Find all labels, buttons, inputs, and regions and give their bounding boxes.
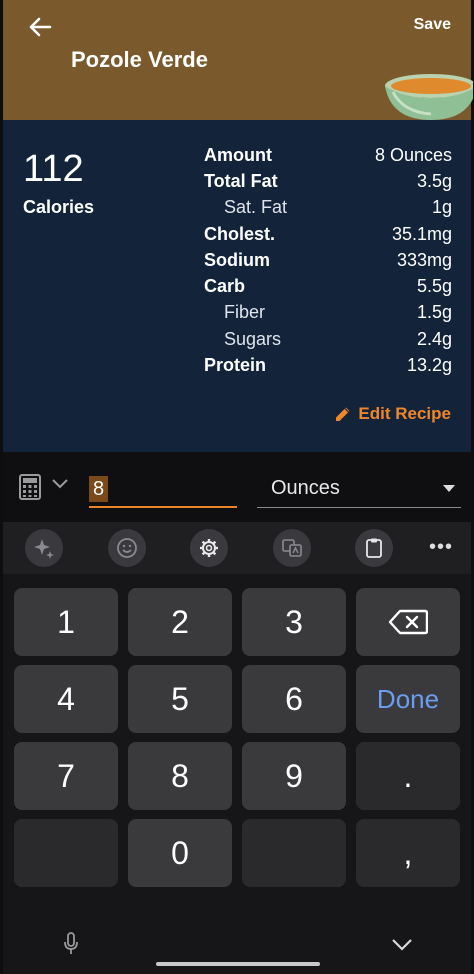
key-8[interactable]: 8 bbox=[128, 742, 232, 810]
nutrition-row-carb: Carb 5.5g bbox=[204, 273, 452, 299]
nutrition-row-sat-fat: Sat. Fat 1g bbox=[204, 195, 452, 221]
nutrition-row-sugars: Sugars 2.4g bbox=[204, 326, 452, 352]
done-key[interactable]: Done bbox=[356, 665, 460, 733]
nutrition-row-sodium: Sodium 333mg bbox=[204, 247, 452, 273]
clipboard-button[interactable] bbox=[355, 529, 393, 567]
nutrition-value: 1.5g bbox=[416, 302, 452, 323]
calories-value: 112 bbox=[23, 148, 84, 190]
clipboard-icon bbox=[366, 538, 382, 558]
key-4[interactable]: 4 bbox=[14, 665, 118, 733]
emoji-button[interactable] bbox=[108, 529, 146, 567]
edit-recipe-label: Edit Recipe bbox=[358, 404, 451, 423]
nutrition-value: 13.2g bbox=[406, 355, 452, 376]
pencil-icon bbox=[336, 407, 350, 421]
sparkle-icon bbox=[34, 539, 54, 559]
nutrition-row-cholesterol: Cholest. 35.1mg bbox=[204, 221, 452, 247]
nutrition-label: Sat. Fat bbox=[224, 197, 288, 218]
nutrition-label: Protein bbox=[204, 355, 267, 376]
calculator-icon[interactable] bbox=[19, 474, 41, 500]
backspace-icon bbox=[388, 609, 428, 635]
ai-sparkle-button[interactable] bbox=[25, 529, 63, 567]
chevron-down-icon[interactable] bbox=[51, 478, 69, 490]
nutrition-panel: 112 Calories Amount 8 Ounces Total Fat 3… bbox=[3, 120, 471, 452]
unit-value: Ounces bbox=[271, 477, 340, 499]
nutrition-row-total-fat: Total Fat 3.5g bbox=[204, 168, 452, 194]
save-button[interactable]: Save bbox=[414, 16, 451, 34]
nutrition-label: Total Fat bbox=[204, 170, 278, 191]
nutrition-facts-table: Amount 8 Ounces Total Fat 3.5g Sat. Fat … bbox=[204, 142, 452, 379]
nutrition-label: Carb bbox=[204, 276, 246, 297]
unit-dropdown[interactable]: Ounces bbox=[257, 472, 461, 508]
settings-button[interactable] bbox=[190, 529, 228, 567]
edit-recipe-button[interactable]: Edit Recipe bbox=[334, 404, 451, 424]
key-1[interactable]: 1 bbox=[14, 588, 118, 656]
key-2[interactable]: 2 bbox=[128, 588, 232, 656]
calories-label: Calories bbox=[23, 197, 95, 217]
nutrition-row-protein: Protein 13.2g bbox=[204, 352, 452, 378]
key-0[interactable]: 0 bbox=[128, 819, 232, 887]
nutrition-value: 5.5g bbox=[416, 276, 452, 297]
key-9[interactable]: 9 bbox=[242, 742, 346, 810]
nutrition-row-amount: Amount 8 Ounces bbox=[204, 142, 452, 168]
bowl-icon bbox=[385, 74, 473, 120]
microphone-icon[interactable] bbox=[63, 932, 79, 956]
nutrition-value: 35.1mg bbox=[391, 223, 452, 244]
nutrition-label: Sodium bbox=[204, 249, 270, 270]
key-comma[interactable]: , bbox=[356, 819, 460, 887]
key-period[interactable]: . bbox=[356, 742, 460, 810]
gesture-nav-bar[interactable] bbox=[156, 962, 320, 966]
recipe-header: Save Pozole Verde bbox=[3, 0, 473, 120]
nutrition-label: Sugars bbox=[224, 328, 282, 349]
key-6[interactable]: 6 bbox=[242, 665, 346, 733]
back-button[interactable] bbox=[25, 14, 55, 40]
amount-input[interactable]: 8 bbox=[89, 472, 237, 508]
emoji-icon bbox=[117, 538, 137, 558]
hide-keyboard-chevron-icon[interactable] bbox=[391, 938, 413, 952]
nutrition-value: 2.4g bbox=[416, 328, 452, 349]
key-7[interactable]: 7 bbox=[14, 742, 118, 810]
backspace-key[interactable] bbox=[356, 588, 460, 656]
key-3[interactable]: 3 bbox=[242, 588, 346, 656]
translate-button[interactable] bbox=[273, 529, 311, 567]
nutrition-label: Cholest. bbox=[204, 223, 276, 244]
nutrition-value: 8 Ounces bbox=[374, 144, 452, 165]
page-title: Pozole Verde bbox=[71, 47, 208, 72]
key-5[interactable]: 5 bbox=[128, 665, 232, 733]
back-arrow-icon bbox=[29, 17, 52, 37]
amount-value: 8 bbox=[89, 476, 109, 502]
key-blank-right bbox=[242, 819, 346, 887]
key-blank-left bbox=[14, 819, 118, 887]
more-options-icon[interactable]: ••• bbox=[429, 536, 453, 559]
gear-icon bbox=[200, 539, 218, 557]
nutrition-value: 333mg bbox=[396, 249, 452, 270]
nutrition-label: Fiber bbox=[224, 302, 266, 323]
keyboard-toolbar: ••• bbox=[3, 522, 471, 574]
nutrition-value: 1g bbox=[431, 197, 452, 218]
dropdown-caret-icon bbox=[443, 485, 455, 492]
numeric-keyboard: 1 2 3 4 5 6 Done 7 8 9 . 0 , bbox=[3, 574, 471, 974]
translate-icon bbox=[282, 539, 302, 557]
nutrition-value: 3.5g bbox=[416, 170, 452, 191]
nutrition-row-fiber: Fiber 1.5g bbox=[204, 300, 452, 326]
nutrition-label: Amount bbox=[204, 144, 272, 165]
amount-input-row: 8 Ounces bbox=[3, 452, 471, 522]
